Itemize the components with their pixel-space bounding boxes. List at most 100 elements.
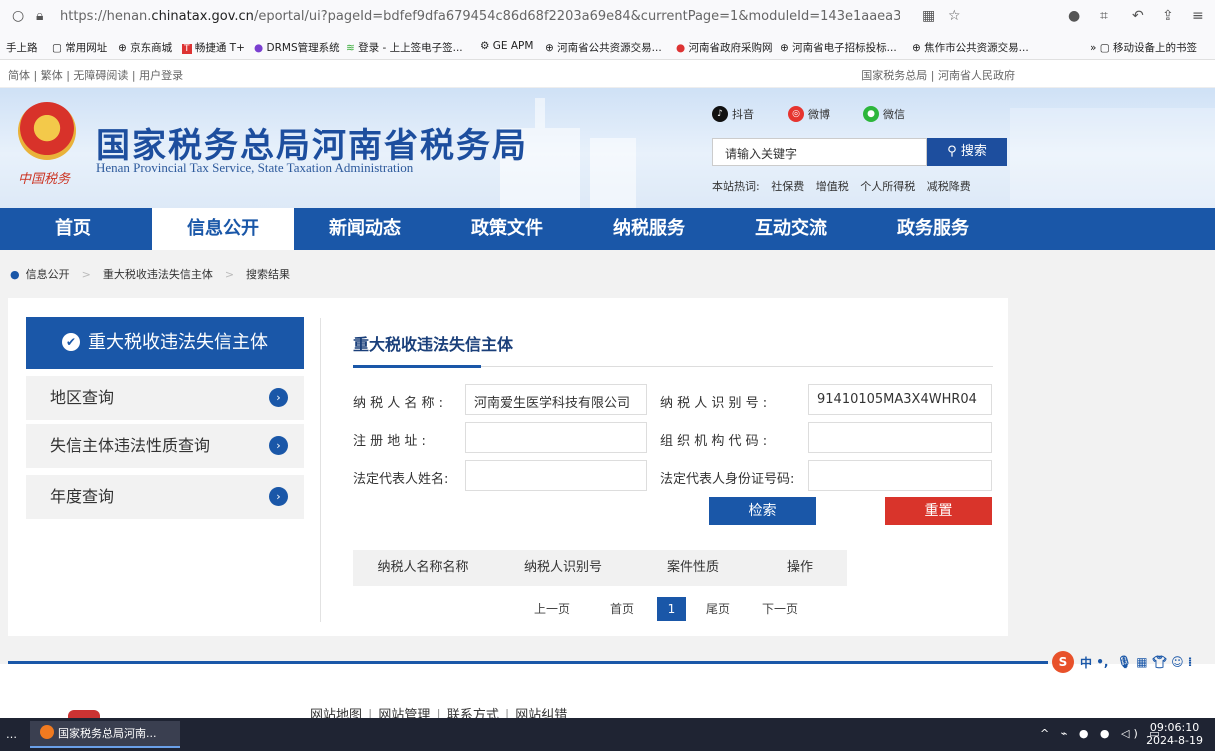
taxpayer-name-label: 纳 税 人 名 称 :: [353, 396, 444, 411]
url-text[interactable]: https://henan.chinatax.gov.cn/eportal/ui…: [60, 9, 900, 24]
menu-icon[interactable]: ≡: [1192, 8, 1204, 24]
search-submit-button[interactable]: 检索: [709, 497, 816, 525]
bookmark[interactable]: ⊕ 河南省电子招标投标...: [780, 40, 897, 55]
bookmark[interactable]: 手上路: [6, 40, 38, 55]
sidebar-item-year[interactable]: 年度查询 ›: [26, 475, 304, 519]
divider: [320, 318, 321, 622]
lock-icon: 🔒︎: [36, 8, 44, 24]
nav-news[interactable]: 新闻动态: [294, 208, 436, 250]
nav-interaction[interactable]: 互动交流: [720, 208, 862, 250]
building-decoration: [535, 98, 545, 128]
weibo-icon: ◎: [788, 106, 804, 122]
nav-info-disclosure[interactable]: 信息公开: [152, 208, 294, 250]
results-table-header: 纳税人名称名称 纳税人识别号 案件性质 操作: [353, 550, 847, 586]
wechat-icon: ●: [863, 106, 879, 122]
form-title: 重大税收违法失信主体: [353, 335, 514, 354]
search-input[interactable]: 请输入关键字: [712, 138, 927, 166]
pagination-last[interactable]: 尾页: [700, 597, 736, 621]
bookmarks-bar: 手上路 ▢ 常用网址 ⊕ 京东商城 T 畅捷通 T+ ● DRMS管理系统 ≋ …: [0, 34, 1215, 60]
qr-code-icon[interactable]: ▦: [922, 8, 935, 24]
main-nav: 首页 信息公开 新闻动态 政策文件 纳税服务 互动交流 政务服务: [0, 208, 1215, 250]
address-label: 注 册 地 址 :: [353, 434, 426, 449]
breadcrumb: ● 信息公开 > 重大税收违法失信主体 > 搜索结果: [10, 268, 291, 281]
column-header: 纳税人名称名称: [377, 560, 469, 575]
weibo-link[interactable]: ◎ 微博: [788, 106, 830, 122]
undo-icon[interactable]: ↶: [1132, 8, 1144, 24]
address-input[interactable]: [465, 422, 647, 453]
taxpayer-name-input[interactable]: 河南爱生医学科技有限公司: [465, 384, 647, 415]
language-links[interactable]: 简体 | 繁体 | 无障碍阅读 | 用户登录: [8, 67, 183, 83]
site-header: 中国税务 国家税务总局河南省税务局 Henan Provincial Tax S…: [0, 88, 1215, 208]
pagination-prev[interactable]: 上一页: [530, 597, 574, 621]
share-icon[interactable]: ⇪: [1162, 8, 1174, 24]
start-icon[interactable]: …: [6, 728, 17, 741]
location-pin-icon: ●: [10, 268, 20, 281]
wechat-link[interactable]: ● 微信: [863, 106, 905, 122]
chevron-right-icon: ›: [269, 487, 288, 506]
nav-home[interactable]: 首页: [2, 208, 144, 250]
hot-words: 本站热词: 社保费 增值税 个人所得税 减税降费: [712, 180, 971, 193]
search-button[interactable]: ⚲ 搜索: [927, 138, 1007, 166]
crop-icon[interactable]: ⌗: [1100, 8, 1108, 24]
sidebar-item-violation-type[interactable]: 失信主体违法性质查询 ›: [26, 424, 304, 468]
hot-word[interactable]: 社保费: [771, 180, 804, 193]
reset-button[interactable]: 重置: [885, 497, 992, 525]
form-title-underline: [353, 365, 993, 368]
org-code-input[interactable]: [808, 422, 992, 453]
check-icon: ✔: [62, 333, 80, 351]
nav-policy[interactable]: 政策文件: [436, 208, 578, 250]
background-decoration: [1010, 108, 1215, 208]
sidebar-item-region[interactable]: 地区查询 ›: [26, 376, 304, 420]
footer-emblem: [68, 710, 100, 718]
bookmark[interactable]: ⊕ 河南省公共资源交易...: [545, 40, 662, 55]
pagination-current[interactable]: 1: [657, 597, 686, 621]
breadcrumb-item[interactable]: 重大税收违法失信主体: [103, 268, 213, 281]
taskbar: … 国家税务总局河南... ^ ⌁ ● ● ◁) ▭ 09:06:10 2024…: [0, 718, 1215, 751]
extension-icon[interactable]: ●: [1068, 8, 1080, 24]
site-top-strip: 简体 | 繁体 | 无障碍阅读 | 用户登录 国家税务总局 | 河南省人民政府: [0, 60, 1215, 88]
bookmark[interactable]: ▢ 常用网址: [52, 40, 107, 55]
firefox-icon: [40, 725, 54, 739]
chevron-right-icon: ›: [269, 436, 288, 455]
site-footer: 网站地图 | 网站管理 | 联系方式 | 网站纠错: [0, 664, 1215, 723]
pagination-next[interactable]: 下一页: [758, 597, 802, 621]
external-links[interactable]: 国家税务总局 | 河南省人民政府: [861, 67, 1015, 83]
column-header: 案件性质: [666, 560, 719, 575]
star-icon[interactable]: ☆: [948, 8, 961, 24]
hot-word[interactable]: 增值税: [816, 180, 849, 193]
bookmark[interactable]: ● 河南省政府采购网: [676, 40, 773, 55]
legal-id-label: 法定代表人身份证号码:: [660, 472, 795, 487]
org-code-label: 组 织 机 构 代 码 :: [660, 434, 768, 449]
sidebar-header[interactable]: ✔ 重大税收违法失信主体: [26, 317, 304, 369]
legal-name-input[interactable]: [465, 460, 647, 491]
breadcrumb-item: 搜索结果: [246, 268, 291, 281]
bookmark[interactable]: » ▢ 移动设备上的书签: [1090, 40, 1197, 55]
site-subtitle: Henan Provincial Tax Service, State Taxa…: [96, 160, 414, 175]
douyin-icon: ♪: [712, 106, 728, 122]
bookmark[interactable]: ⊕ 京东商城: [118, 40, 172, 55]
bookmark[interactable]: ≋ 登录 - 上上签电子签...: [346, 40, 463, 55]
sogou-ime-icon: S: [1052, 651, 1074, 673]
bookmark[interactable]: T 畅捷通 T+: [182, 40, 245, 55]
hot-word[interactable]: 减税降费: [927, 180, 971, 193]
emblem-caption: 中国税务: [18, 172, 71, 187]
pagination-first[interactable]: 首页: [604, 597, 640, 621]
taskbar-app-firefox[interactable]: 国家税务总局河南...: [30, 721, 180, 748]
nav-tax-service[interactable]: 纳税服务: [578, 208, 720, 250]
taskbar-clock[interactable]: 09:06:10 2024-8-19: [1146, 721, 1203, 747]
shield-icon: ○: [12, 8, 25, 24]
browser-address-bar[interactable]: ○ 🔒︎ https://henan.chinatax.gov.cn/eport…: [0, 0, 1215, 34]
breadcrumb-item[interactable]: 信息公开: [26, 268, 70, 281]
bookmark[interactable]: ⊕ 焦作市公共资源交易...: [912, 40, 1029, 55]
search-icon: ⚲: [947, 144, 957, 159]
bookmark[interactable]: ● DRMS管理系统: [254, 40, 340, 55]
taxpayer-id-input[interactable]: 91410105MA3X4WHR04: [808, 384, 992, 415]
legal-id-input[interactable]: [808, 460, 992, 491]
douyin-link[interactable]: ♪ 抖音: [712, 106, 754, 122]
ime-toolbar[interactable]: S中 •, 🎙︎ ▦ 👕︎ ☺ ⁞: [1052, 650, 1192, 674]
bookmark[interactable]: ⚙ GE APM: [480, 40, 533, 52]
taxpayer-id-label: 纳 税 人 识 别 号 :: [660, 396, 768, 411]
chevron-right-icon: ›: [269, 388, 288, 407]
hot-word[interactable]: 个人所得税: [860, 180, 915, 193]
nav-gov-service[interactable]: 政务服务: [862, 208, 1004, 250]
